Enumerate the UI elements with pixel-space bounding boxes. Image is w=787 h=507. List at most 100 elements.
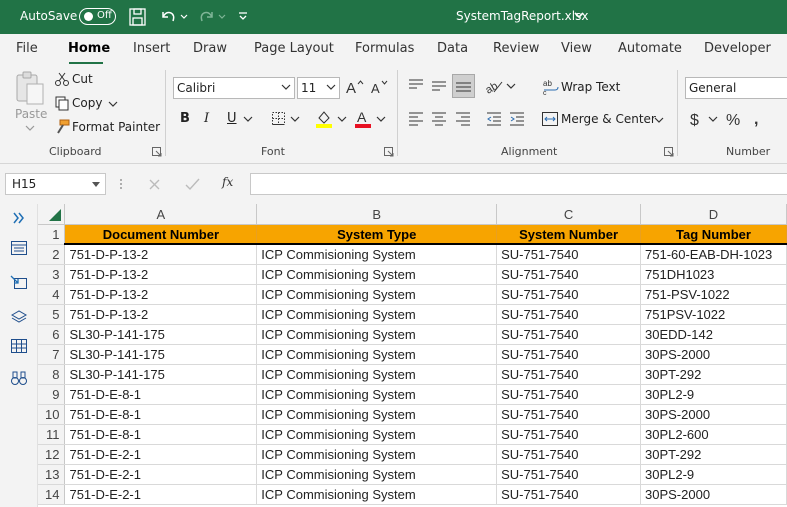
underline-dropdown-icon[interactable]: [243, 115, 253, 123]
paste-dropdown-icon[interactable]: [25, 124, 35, 132]
customize-toolbar-icon[interactable]: [234, 6, 256, 28]
row-header[interactable]: 13: [38, 464, 66, 485]
row-header[interactable]: 10: [38, 404, 66, 425]
cell[interactable]: ICP Commisioning System: [256, 464, 498, 485]
cell[interactable]: SL30-P-141-175: [64, 364, 258, 385]
table-icon[interactable]: [10, 337, 28, 355]
copy-icon[interactable]: [54, 95, 70, 111]
fill-color-dropdown-icon[interactable]: [337, 115, 347, 123]
cell[interactable]: 751-D-E-2-1: [64, 444, 258, 465]
cell[interactable]: SL30-P-141-175: [64, 324, 258, 345]
cell[interactable]: ICP Commisioning System: [256, 384, 498, 405]
merge-center-icon[interactable]: [541, 110, 559, 128]
insert-function-button[interactable]: fx: [222, 175, 233, 189]
column-header-b[interactable]: B: [256, 204, 498, 225]
align-right-icon[interactable]: [454, 110, 472, 128]
cell[interactable]: 751-D-E-8-1: [64, 404, 258, 425]
chevron-down-icon[interactable]: [574, 10, 584, 20]
wrap-text-icon[interactable]: ab c: [542, 78, 560, 96]
decrease-font-size-icon[interactable]: A: [370, 78, 390, 96]
binoculars-icon[interactable]: [10, 369, 28, 387]
number-format-select[interactable]: General: [685, 77, 787, 99]
wrap-text-label[interactable]: Wrap Text: [561, 80, 620, 94]
row-header[interactable]: 3: [38, 264, 66, 285]
form-icon[interactable]: [10, 239, 28, 257]
tab-draw[interactable]: Draw: [193, 41, 227, 56]
orientation-icon[interactable]: ab: [484, 77, 504, 95]
font-size-select[interactable]: 11: [297, 77, 340, 99]
row-header[interactable]: 4: [38, 284, 66, 305]
cancel-icon[interactable]: [148, 178, 161, 191]
cell[interactable]: SU-751-7540: [496, 384, 641, 405]
cell[interactable]: 30PL2-600: [640, 424, 787, 445]
cell[interactable]: SU-751-7540: [496, 264, 641, 285]
clipboard-launcher-icon[interactable]: [152, 147, 162, 157]
merge-dropdown-icon[interactable]: [654, 116, 664, 124]
font-name-select[interactable]: Calibri: [173, 77, 295, 99]
undo-icon[interactable]: [157, 6, 179, 28]
column-header-d[interactable]: D: [640, 204, 787, 225]
cell[interactable]: 751-PSV-1022: [640, 284, 787, 305]
cell[interactable]: ICP Commisioning System: [256, 484, 498, 505]
cell[interactable]: SU-751-7540: [496, 344, 641, 365]
row-header[interactable]: 1: [38, 224, 66, 245]
cell[interactable]: SU-751-7540: [496, 404, 641, 425]
copy-label[interactable]: Copy: [72, 96, 102, 110]
expand-panel-icon[interactable]: [10, 209, 28, 227]
italic-button[interactable]: I: [204, 111, 209, 126]
cell[interactable]: ICP Commisioning System: [256, 264, 498, 285]
cell[interactable]: ICP Commisioning System: [256, 424, 498, 445]
column-header-c[interactable]: C: [496, 204, 641, 225]
header-cell-system-number[interactable]: System Number: [496, 224, 641, 245]
tab-automate[interactable]: Automate: [618, 41, 682, 56]
align-center-icon[interactable]: [430, 110, 448, 128]
paste-icon[interactable]: [14, 70, 46, 106]
header-cell-document-number[interactable]: Document Number: [64, 224, 258, 245]
currency-dropdown-icon[interactable]: [708, 115, 718, 123]
cut-label[interactable]: Cut: [72, 72, 93, 86]
cell[interactable]: 30PT-292: [640, 364, 787, 385]
tab-review[interactable]: Review: [493, 41, 539, 56]
cell[interactable]: 30PL2-9: [640, 464, 787, 485]
import-icon[interactable]: [10, 273, 28, 291]
middle-align-icon[interactable]: [430, 77, 448, 95]
orientation-dropdown-icon[interactable]: [506, 82, 516, 90]
font-color-dropdown-icon[interactable]: [376, 115, 386, 123]
cell[interactable]: 30EDD-142: [640, 324, 787, 345]
tab-data[interactable]: Data: [437, 41, 468, 56]
borders-icon[interactable]: [271, 111, 287, 127]
cell[interactable]: 751-D-E-2-1: [64, 464, 258, 485]
comma-style-icon[interactable]: ,: [752, 110, 764, 128]
row-header[interactable]: 14: [38, 484, 66, 505]
cell[interactable]: 30PS-2000: [640, 344, 787, 365]
merge-center-label[interactable]: Merge & Center: [561, 112, 656, 126]
percent-icon[interactable]: %: [726, 110, 744, 128]
cell[interactable]: ICP Commisioning System: [256, 364, 498, 385]
bottom-align-button[interactable]: [452, 74, 475, 98]
header-cell-system-type[interactable]: System Type: [256, 224, 498, 245]
cell[interactable]: 30PL2-9: [640, 384, 787, 405]
cell[interactable]: SU-751-7540: [496, 324, 641, 345]
cell[interactable]: 751PSV-1022: [640, 304, 787, 325]
underline-button[interactable]: U: [227, 111, 237, 126]
enter-icon[interactable]: [185, 178, 200, 191]
decrease-indent-icon[interactable]: [485, 110, 503, 128]
cell[interactable]: SU-751-7540: [496, 244, 641, 265]
fill-color-icon[interactable]: [315, 109, 333, 129]
autosave-toggle[interactable]: Off: [79, 8, 116, 25]
row-header[interactable]: 12: [38, 444, 66, 465]
align-left-icon[interactable]: [407, 110, 425, 128]
cell[interactable]: ICP Commisioning System: [256, 404, 498, 425]
cell[interactable]: 30PS-2000: [640, 484, 787, 505]
resize-handle-icon[interactable]: [119, 177, 123, 191]
top-align-icon[interactable]: [407, 77, 425, 95]
cell[interactable]: ICP Commisioning System: [256, 284, 498, 305]
currency-icon[interactable]: $: [689, 110, 703, 128]
formula-input[interactable]: [250, 173, 787, 195]
cell[interactable]: ICP Commisioning System: [256, 304, 498, 325]
tab-view[interactable]: View: [561, 41, 592, 56]
file-name[interactable]: SystemTagReport.xlsx: [456, 9, 588, 23]
cell[interactable]: 30PS-2000: [640, 404, 787, 425]
row-header[interactable]: 2: [38, 244, 66, 265]
tab-insert[interactable]: Insert: [133, 41, 170, 56]
